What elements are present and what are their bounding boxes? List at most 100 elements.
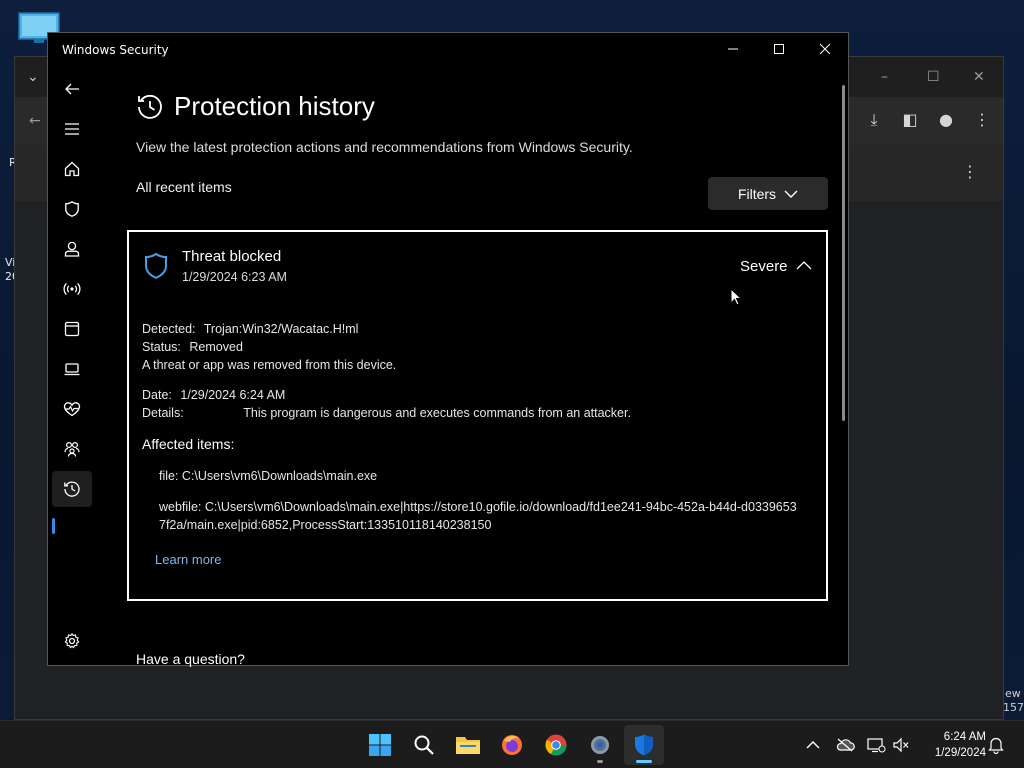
section-label: All recent items	[136, 179, 232, 195]
search-icon	[414, 735, 434, 755]
affected-item: file: C:\Users\vm6\Downloads\main.exe	[159, 469, 378, 483]
cloud-offline-icon	[836, 738, 855, 752]
learn-more-link[interactable]: Learn more	[155, 552, 221, 567]
browser-text: ew	[1005, 687, 1021, 700]
clock-time: 6:24 AM	[943, 731, 986, 743]
help-question-heading: Have a question?	[136, 651, 245, 667]
antenna-icon	[63, 282, 81, 296]
gear-icon	[64, 632, 80, 649]
start-icon	[369, 734, 391, 756]
active-indicator	[636, 760, 652, 763]
status-key: Status:	[142, 340, 181, 354]
scrollbar[interactable]	[842, 85, 845, 421]
network-icon	[867, 738, 886, 753]
sidebar-item-settings[interactable]	[52, 623, 92, 659]
browser-maximize-icon[interactable]: ☐	[927, 67, 940, 87]
taskbar-search-button[interactable]	[404, 725, 444, 765]
back-button[interactable]	[52, 71, 92, 107]
threat-date: 1/29/2024 6:23 AM	[182, 270, 287, 284]
details-row: Details: This program is dangerous and e…	[142, 406, 631, 420]
filters-label: Filters	[737, 185, 777, 202]
home-icon	[64, 161, 80, 177]
sidebar-icon[interactable]: ◧	[899, 109, 921, 131]
sidebar-item-app-browser-control[interactable]	[52, 311, 92, 347]
history-icon	[64, 481, 80, 497]
chevron-down-icon	[784, 190, 798, 198]
detected-key: Detected:	[142, 322, 196, 336]
hamburger-icon	[65, 123, 79, 135]
heart-pulse-icon	[63, 402, 81, 417]
details-key: Details:	[142, 406, 184, 420]
taskbar-windows-security[interactable]	[624, 725, 664, 765]
taskbar-firefox[interactable]	[492, 725, 532, 765]
family-icon	[64, 441, 80, 457]
settings-icon	[591, 736, 609, 754]
more-menu-icon[interactable]: ⋮	[971, 109, 993, 131]
windows-security-icon	[635, 734, 653, 756]
taskbar-file-explorer[interactable]	[448, 725, 488, 765]
clock-date: 1/29/2024	[934, 747, 986, 759]
sidebar-item-account-protection[interactable]	[52, 231, 92, 267]
system-clock[interactable]: 6:24 AM 1/29/2024	[920, 729, 986, 761]
browser-minimize-icon[interactable]: –	[881, 67, 888, 87]
taskbar-chrome[interactable]	[536, 725, 576, 765]
detected-value: Trojan:Win32/Wacatac.H!ml	[203, 322, 359, 336]
threat-card[interactable]: Threat blocked 1/29/2024 6:23 AM Severe …	[127, 230, 828, 601]
volume-button[interactable]	[891, 735, 911, 755]
network-button[interactable]	[866, 735, 886, 755]
chevron-up-icon[interactable]	[795, 258, 813, 272]
bell-icon	[988, 737, 1004, 754]
firefox-icon	[502, 735, 522, 755]
start-button[interactable]	[360, 725, 400, 765]
date-row: Date: 1/29/2024 6:24 AM	[142, 388, 285, 402]
chevron-up-icon	[806, 741, 820, 749]
notifications-button[interactable]	[986, 735, 1006, 755]
sidebar-item-device-security[interactable]	[52, 351, 92, 387]
chevron-down-icon[interactable]: ⌄	[27, 67, 39, 87]
sidebar-nav	[48, 69, 96, 665]
shield-icon	[65, 201, 79, 217]
sidebar-item-virus-protection[interactable]	[52, 191, 92, 227]
browser-back-icon[interactable]: ←	[29, 111, 41, 131]
mouse-cursor-icon	[730, 288, 742, 306]
laptop-icon	[64, 363, 80, 376]
affected-items-heading: Affected items:	[142, 436, 235, 452]
show-hidden-icons-button[interactable]	[803, 735, 823, 755]
active-nav-indicator	[52, 518, 55, 534]
threat-title: Threat blocked	[182, 248, 282, 265]
browser-icon	[64, 321, 80, 337]
running-indicator	[597, 760, 603, 763]
sidebar-item-protection-history[interactable]	[52, 471, 92, 507]
arrow-left-icon	[65, 83, 79, 95]
sidebar-item-family-options[interactable]	[52, 431, 92, 467]
affected-item: webfile: C:\Users\vm6\Downloads\main.exe…	[159, 500, 797, 532]
menu-button[interactable]	[52, 111, 92, 147]
taskbar: 6:24 AM 1/29/2024	[0, 720, 1024, 768]
history-icon	[138, 94, 162, 119]
chrome-icon	[545, 734, 567, 756]
person-icon	[64, 241, 80, 257]
page-subtitle: View the latest protection actions and r…	[136, 139, 633, 155]
shield-icon	[145, 252, 167, 279]
more-options-icon[interactable]: ⋮	[959, 161, 981, 183]
profile-icon[interactable]: ●	[935, 109, 957, 131]
file-explorer-icon	[456, 737, 480, 754]
windows-security-window[interactable]: Windows Security Protection history View…	[47, 32, 849, 667]
onedrive-button[interactable]	[835, 735, 855, 755]
taskbar-settings[interactable]	[580, 725, 620, 765]
browser-text: 157	[1003, 701, 1024, 714]
status-note: A threat or app was removed from this de…	[142, 358, 397, 372]
status-row: Status: Removed	[142, 340, 243, 354]
browser-close-icon[interactable]: ✕	[973, 67, 985, 87]
download-icon[interactable]: ⤓	[863, 109, 885, 131]
detected-row: Detected: Trojan:Win32/Wacatac.H!ml	[142, 322, 358, 336]
sidebar-item-firewall[interactable]	[52, 271, 92, 307]
filters-button[interactable]: Filters	[708, 177, 828, 210]
page-title: Protection history	[174, 91, 375, 121]
volume-muted-icon	[893, 737, 909, 753]
date-key: Date:	[142, 388, 172, 402]
date-value: 1/29/2024 6:24 AM	[180, 388, 286, 402]
sidebar-item-device-performance[interactable]	[52, 391, 92, 427]
sidebar-item-home[interactable]	[52, 151, 92, 187]
details-value: This program is dangerous and executes c…	[243, 406, 631, 420]
